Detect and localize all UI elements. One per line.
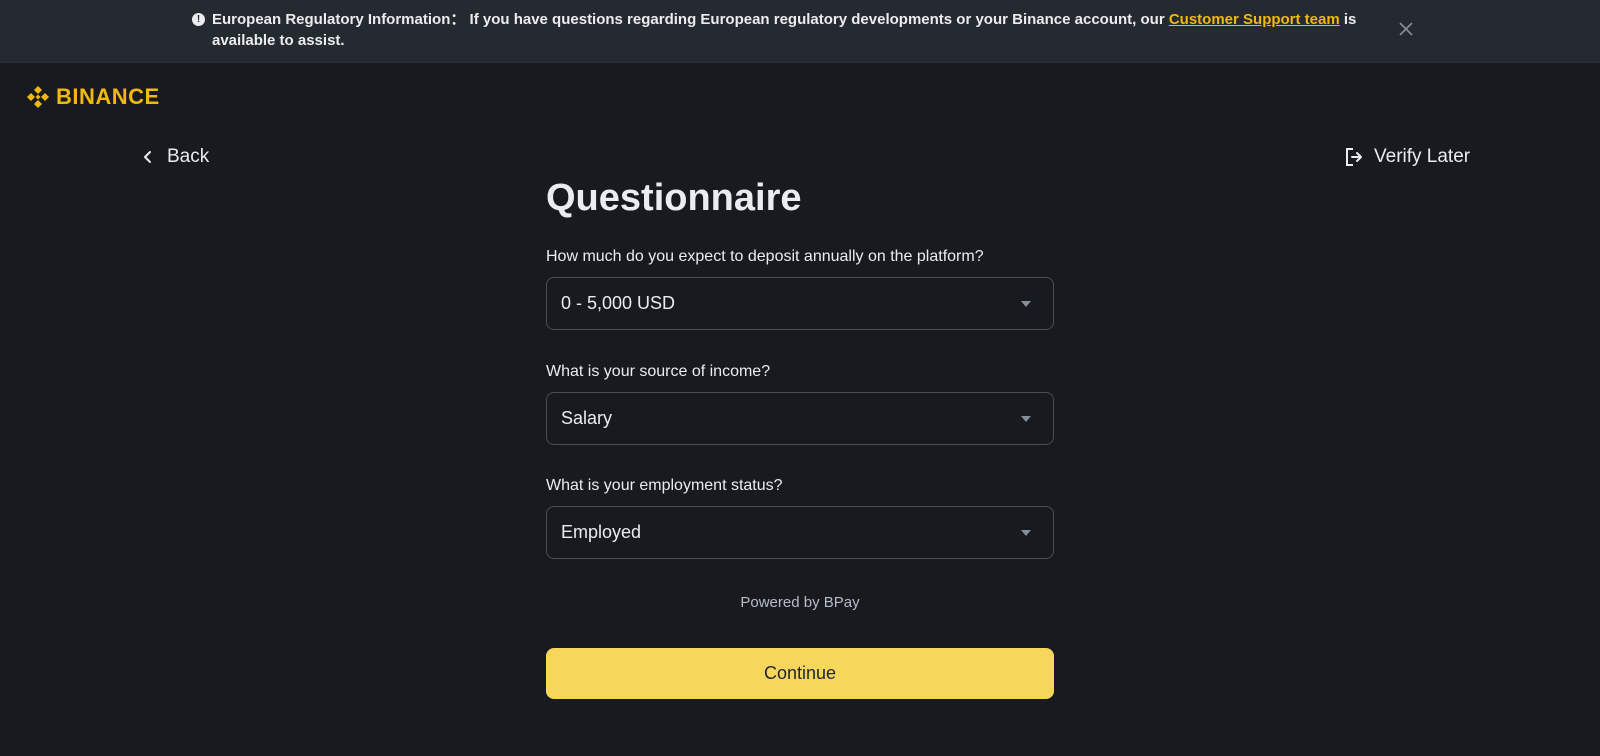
banner-title: European Regulatory Information： xyxy=(212,11,466,28)
binance-logo[interactable]: BINANCE xyxy=(25,84,160,110)
caret-down-icon xyxy=(1021,529,1031,536)
logout-icon xyxy=(1346,148,1362,166)
verify-later-label: Verify Later xyxy=(1374,146,1471,167)
logo-text: BINANCE xyxy=(56,84,160,109)
banner-text-before-link: If you have questions regarding European… xyxy=(469,11,1165,28)
caret-down-icon xyxy=(1021,415,1031,422)
question-deposit: How much do you expect to deposit annual… xyxy=(546,246,1054,330)
back-button[interactable]: Back xyxy=(140,144,209,170)
question-label: How much do you expect to deposit annual… xyxy=(546,248,984,265)
employment-status-select[interactable]: Employed xyxy=(546,506,1054,559)
questionnaire-form: Questionnaire How much do you expect to … xyxy=(546,170,1054,699)
caret-down-icon xyxy=(1021,300,1031,307)
question-income-source: What is your source of income? Salary xyxy=(546,361,1054,445)
question-label: What is your source of income? xyxy=(546,363,771,380)
deposit-select[interactable]: 0 - 5,000 USD xyxy=(546,277,1054,330)
select-value: Employed xyxy=(561,522,642,542)
select-value: Salary xyxy=(561,408,613,428)
page-title: Questionnaire xyxy=(546,177,802,219)
powered-by-text: Powered by BPay xyxy=(740,594,860,611)
close-icon[interactable] xyxy=(1397,20,1415,38)
continue-button[interactable]: Continue xyxy=(546,648,1054,699)
customer-support-link[interactable]: Customer Support team xyxy=(1169,11,1340,28)
banner-message: European Regulatory Information： If you … xyxy=(212,9,1392,51)
binance-diamond-icon xyxy=(27,86,49,108)
income-source-select[interactable]: Salary xyxy=(546,392,1054,445)
verify-later-button[interactable]: Verify Later xyxy=(1344,144,1470,170)
regulatory-banner: ! European Regulatory Information： If yo… xyxy=(0,0,1600,63)
select-value: 0 - 5,000 USD xyxy=(561,293,676,313)
question-employment-status: What is your employment status? Employed xyxy=(546,475,1054,559)
chevron-left-icon xyxy=(144,151,151,163)
question-label: What is your employment status? xyxy=(546,477,783,494)
back-label: Back xyxy=(167,146,210,167)
exclamation-circle-icon: ! xyxy=(192,13,205,26)
